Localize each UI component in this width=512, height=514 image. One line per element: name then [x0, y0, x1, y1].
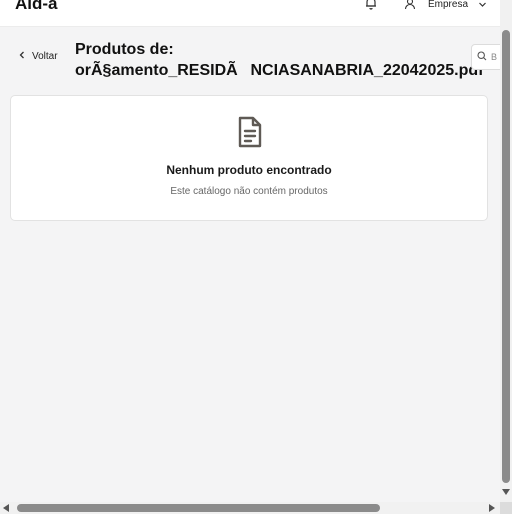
user-icon [404, 0, 416, 10]
empty-state-card: Nenhum produto encontrado Este catálogo … [10, 95, 488, 221]
top-header: Ald-a Empresa [0, 0, 500, 27]
user-menu-label: Empresa [428, 0, 469, 10]
empty-state-title: Nenhum produto encontrado [166, 163, 332, 177]
page-title-line2: orÃ§amento_RESIDÃNCIASANABRIA_22042025.… [75, 62, 484, 79]
user-menu-dropdown[interactable]: Empresa [404, 0, 487, 12]
chevron-down-icon [478, 0, 487, 9]
vertical-scrollbar-thumb[interactable] [502, 30, 510, 483]
page-title-line1: Produtos de: [75, 41, 174, 58]
chevron-left-icon [18, 50, 26, 63]
vertical-scrollbar[interactable] [500, 0, 512, 502]
scrollbar-corner [500, 502, 512, 514]
page-title: Produtos de: orÃ§amento_RESIDÃNCIASANAB… [75, 39, 484, 81]
scroll-right-arrow-icon[interactable] [489, 504, 495, 512]
scroll-left-arrow-icon[interactable] [3, 504, 9, 512]
empty-state-subtitle: Este catálogo não contém produtos [170, 186, 328, 197]
back-button-label: Voltar [32, 51, 58, 62]
notification-bell-icon[interactable] [364, 0, 378, 10]
scroll-down-arrow-icon[interactable] [502, 489, 510, 495]
app-logo[interactable]: Ald-a [15, 0, 58, 14]
back-button[interactable]: Voltar [18, 50, 58, 63]
search-placeholder: B [491, 52, 498, 62]
horizontal-scrollbar[interactable] [0, 502, 500, 514]
document-icon [236, 116, 264, 148]
horizontal-scrollbar-thumb[interactable] [17, 504, 380, 512]
search-icon [477, 51, 487, 63]
